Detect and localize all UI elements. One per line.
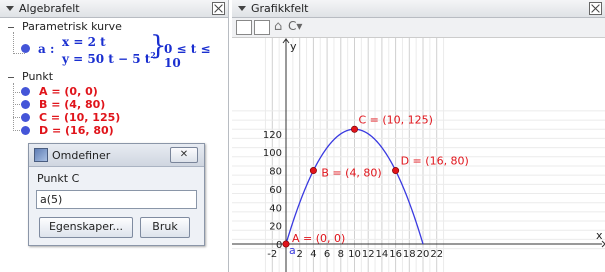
point-label-b: B = (4, 80): [321, 167, 381, 180]
point-c[interactable]: [351, 125, 359, 133]
x-tick-label: 20: [417, 249, 430, 260]
curve-y-equation: y = 50 t − 5 t2: [62, 50, 156, 66]
dialog-label: Punkt C: [37, 172, 80, 185]
x-axis-label: x: [596, 229, 603, 242]
curve-range: 0 ≤ t ≤ 10: [164, 42, 211, 70]
point-visibility-dot[interactable]: [21, 126, 30, 135]
point-label-d: D = (16, 80): [401, 155, 469, 168]
collapse-minus-icon[interactable]: [8, 76, 14, 78]
graphics-view: Grafikkfelt ⌂ C▾ -2 2 4 6 8 10 12 14 16 18 20 22 20…: [232, 0, 605, 272]
apply-button[interactable]: Bruk: [140, 217, 190, 238]
graphics-title: Grafikkfelt: [251, 2, 309, 15]
x-tick-label: 18: [403, 249, 416, 260]
collapse-triangle-icon[interactable]: [6, 6, 14, 11]
graphics-toolbar: ⌂ C▾: [232, 18, 605, 38]
category-point[interactable]: Punkt: [8, 70, 53, 83]
algebra-titlebar: Algebrafelt: [0, 0, 228, 18]
tree-line: [13, 32, 14, 54]
show-grid-icon[interactable]: [254, 20, 270, 35]
dialog-titlebar[interactable]: Omdefiner ✕: [29, 144, 204, 167]
y-tick-label: 120: [263, 130, 282, 141]
points[interactable]: A = (0, 0) B = (4, 80) C = (10, 125) D = (1…: [282, 113, 469, 248]
point-visibility-dot[interactable]: [21, 113, 30, 122]
tree-line: [13, 83, 14, 131]
point-b[interactable]: [309, 167, 317, 175]
y-tick-label: 20: [269, 222, 282, 233]
y-tick-label: 80: [269, 167, 282, 178]
algebra-title: Algebrafelt: [19, 2, 80, 15]
collapse-minus-icon[interactable]: [8, 26, 14, 28]
close-icon[interactable]: [589, 2, 602, 15]
point-visibility-dot[interactable]: [21, 87, 30, 96]
x-tick-label: 22: [430, 249, 443, 260]
x-tick-label: 2: [297, 249, 303, 260]
point-item-d[interactable]: D = (16, 80): [39, 124, 114, 137]
point-label-a: A = (0, 0): [292, 232, 345, 245]
tree-line: [13, 53, 25, 54]
y-tick-label: 60: [269, 185, 282, 196]
definition-input[interactable]: a(5): [36, 190, 197, 209]
point-item-b[interactable]: B = (4, 80): [39, 98, 105, 111]
dialog-title: Omdefiner: [52, 148, 111, 162]
close-icon[interactable]: [212, 2, 225, 15]
category-label: Punkt: [22, 70, 54, 83]
curve-label: a: [289, 244, 296, 257]
home-icon[interactable]: ⌂: [274, 19, 282, 34]
curve-visibility-dot[interactable]: [21, 44, 30, 53]
curve-x-equation: x = 2 t: [62, 35, 106, 49]
y-tick-label: 40: [269, 203, 282, 214]
point-item-a[interactable]: A = (0, 0): [39, 85, 98, 98]
category-parametric[interactable]: Parametrisk kurve: [8, 20, 122, 33]
plot-area[interactable]: -2 2 4 6 8 10 12 14 16 18 20 22 20406080100120 A = …: [232, 38, 605, 272]
properties-button[interactable]: Egenskaper...: [39, 217, 133, 238]
graphics-titlebar: Grafikkfelt: [232, 0, 605, 18]
x-tick-label: 6: [324, 249, 330, 260]
x-tick-label: 14: [376, 249, 389, 260]
x-tick-label: 10: [348, 249, 361, 260]
point-capture-icon[interactable]: C▾: [288, 19, 302, 33]
y-axis-label: y: [290, 40, 297, 53]
point-d[interactable]: [392, 167, 400, 175]
app-icon: [34, 148, 48, 162]
point-visibility-dot[interactable]: [21, 100, 30, 109]
origin-label: 0: [276, 240, 282, 251]
collapse-triangle-icon[interactable]: [238, 6, 246, 11]
x-tick-label: 12: [362, 249, 375, 260]
point-item-c[interactable]: C = (10, 125): [39, 111, 120, 124]
dialog-close-button[interactable]: ✕: [170, 147, 198, 163]
point-label-c: C = (10, 125): [359, 113, 433, 126]
redefine-dialog: Omdefiner ✕ Punkt C a(5) Egenskaper... B…: [28, 143, 205, 246]
x-tick-label: 4: [310, 249, 316, 260]
y-tick-label: 100: [263, 148, 282, 159]
x-tick-label: 16: [389, 249, 402, 260]
x-tick-label: 8: [338, 249, 344, 260]
show-axes-icon[interactable]: [236, 20, 252, 35]
category-label: Parametrisk kurve: [22, 20, 122, 33]
curve-name: a :: [38, 42, 55, 56]
